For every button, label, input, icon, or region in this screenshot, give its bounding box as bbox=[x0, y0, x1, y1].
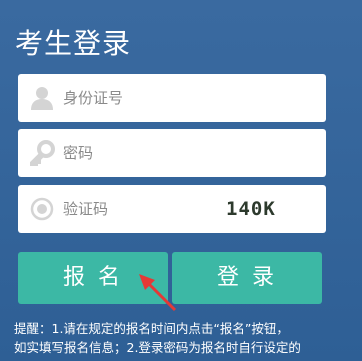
notice-text: 提醒：1.请在规定的报名时间内点击“报名”按钮， 如实填写报名信息；2.登录密码… bbox=[14, 319, 354, 357]
captcha-placeholder: 验证码 bbox=[63, 200, 109, 218]
user-icon bbox=[29, 85, 55, 111]
key-icon bbox=[29, 140, 55, 167]
red-arrow-icon bbox=[139, 274, 177, 312]
notice-line-2: 如实填写报名信息；2.登录密码为报名时自行设定的 bbox=[14, 340, 301, 355]
username-placeholder: 身份证号 bbox=[63, 89, 124, 107]
captcha-field[interactable]: 验证码 140K bbox=[18, 185, 326, 233]
notice-line-1: 提醒：1.请在规定的报名时间内点击“报名”按钮， bbox=[14, 321, 289, 336]
page-title: 考生登录 bbox=[15, 27, 132, 60]
login-panel: 考生登录 身份证号 密码 验证码 140K 报名 登录 提醒：1.请在规定的报名… bbox=[0, 0, 362, 361]
radio-icon bbox=[29, 196, 55, 222]
password-placeholder: 密码 bbox=[63, 144, 94, 162]
password-field[interactable]: 密码 bbox=[18, 129, 326, 177]
captcha-image[interactable]: 140K bbox=[226, 185, 276, 233]
username-field[interactable]: 身份证号 bbox=[18, 74, 326, 122]
